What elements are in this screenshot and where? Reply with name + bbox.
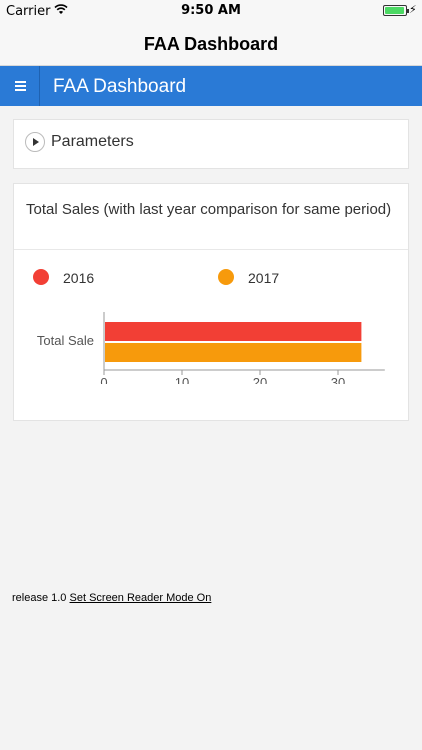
battery-icon [383,5,409,16]
screen-reader-mode-link[interactable]: Set Screen Reader Mode On [70,592,212,604]
bar-2017 [105,343,362,362]
x-tick-label: 10 [175,375,189,384]
legend-label-2016: 2016 [63,270,95,286]
card-header: Total Sales (with last year comparison f… [14,184,408,250]
expand-play-icon[interactable] [25,132,45,152]
nav-title: FAA Dashboard [143,34,279,54]
category-label: Total Sale [37,333,94,348]
legend-label-2017: 2017 [248,270,280,286]
parameters-panel: Parameters [13,119,409,169]
status-bar: Carrier 9:50 AM ⚡ [0,0,422,22]
x-tick-label: 0 [100,375,107,384]
total-sales-card: Total Sales (with last year comparison f… [13,183,409,421]
x-tick-label: 30 [331,375,345,384]
footer: release 1.0 Set Screen Reader Mode On [12,592,211,604]
sales-bar-chart: Total Sale 0 10 20 30 [37,312,385,384]
app-title: FAA Dashboard [53,76,187,97]
parameters-label: Parameters [51,133,134,150]
x-tick-label: 20 [253,375,267,384]
app-header: FAA Dashboard [0,66,422,106]
hamburger-menu-icon[interactable] [0,66,40,106]
release-label: release 1.0 [12,592,67,604]
ios-navigation-bar: FAA Dashboard [0,22,422,66]
parameters-toggle[interactable]: Parameters [23,129,399,159]
charging-icon: ⚡ [409,3,417,16]
legend-dot-2017 [218,269,234,285]
legend-dot-2016 [33,269,49,285]
clock: 9:50 AM [181,3,241,18]
card-title: Total Sales (with last year comparison f… [26,201,392,218]
bar-2016 [105,322,362,341]
